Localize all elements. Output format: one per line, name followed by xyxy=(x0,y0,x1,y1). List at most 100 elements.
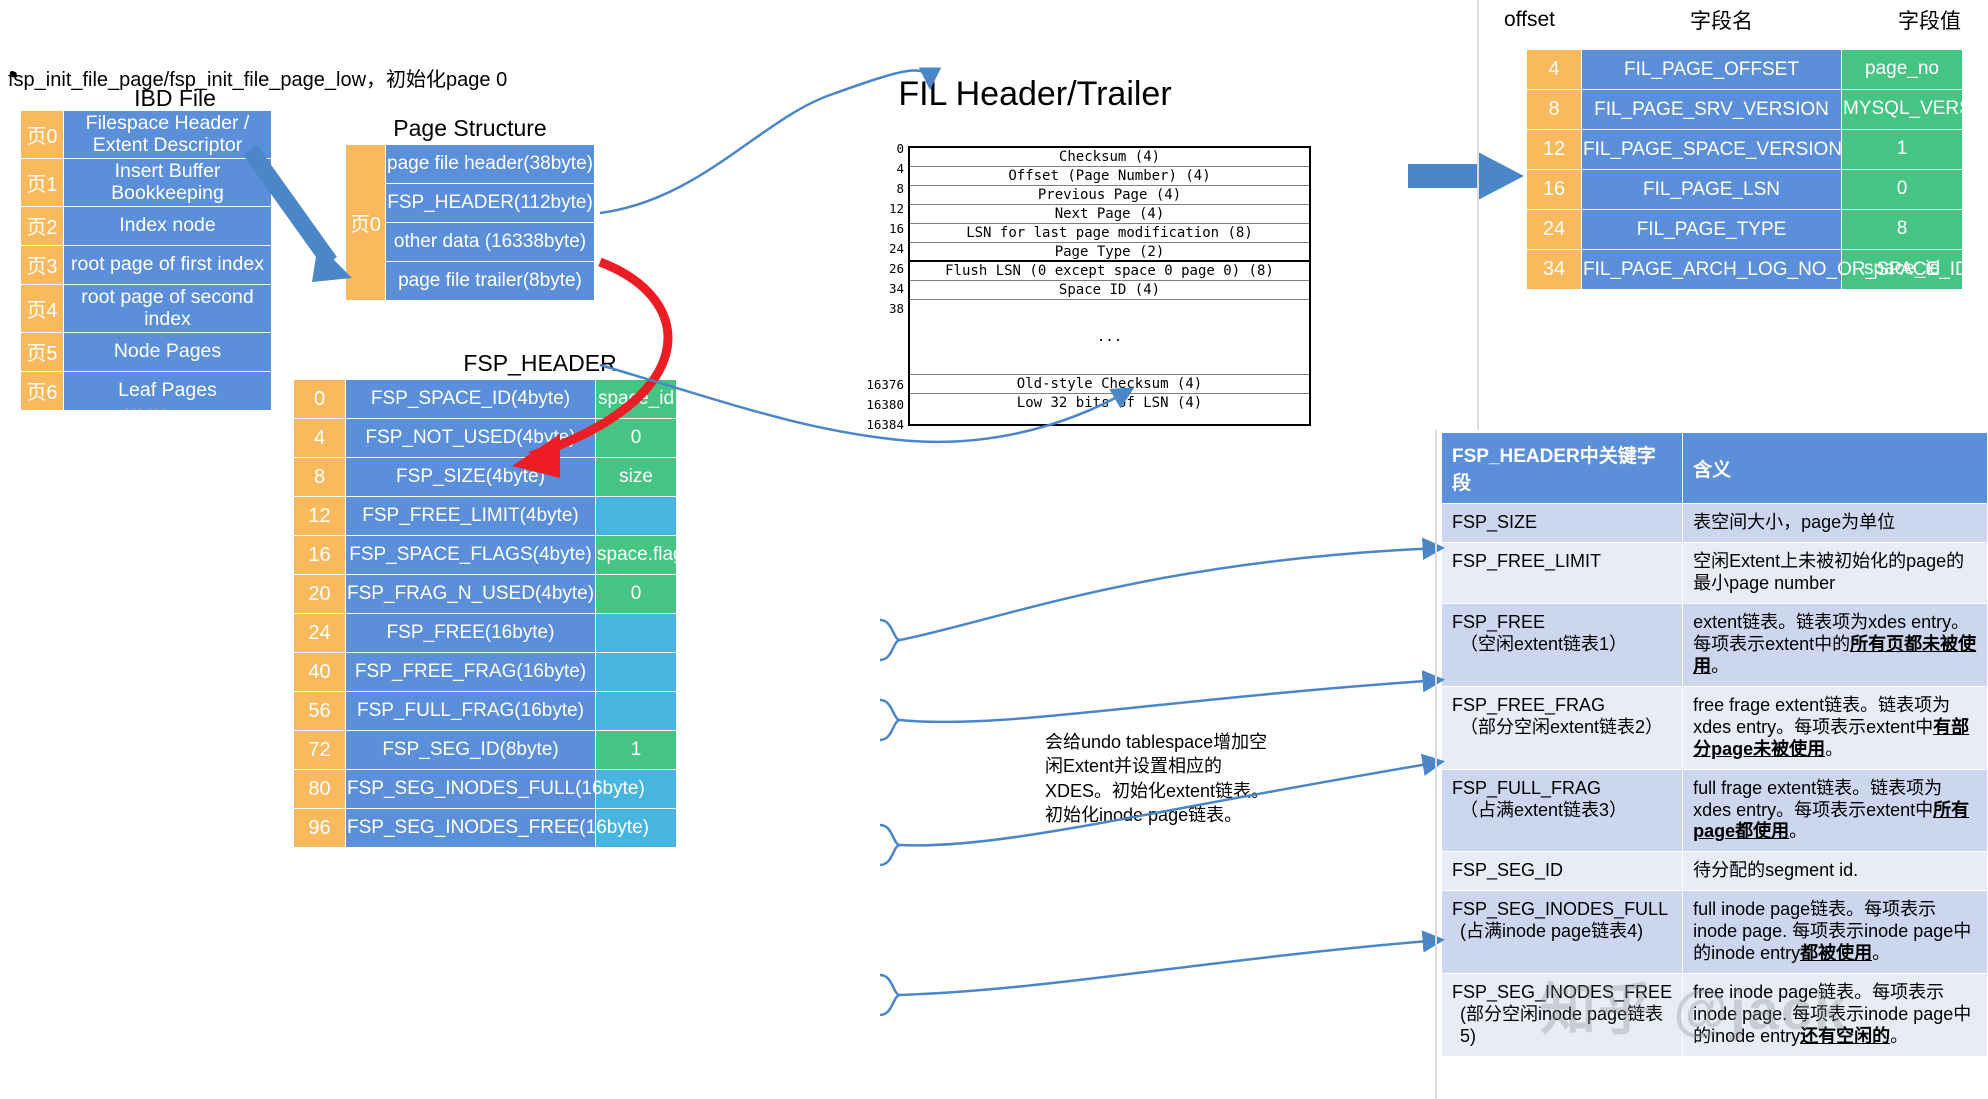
fsp-desc-field: FSP_SIZE xyxy=(1440,503,1684,543)
undo-tablespace-note: 会给undo tablespace增加空闲Extent并设置相应的XDES。初始… xyxy=(1045,732,1270,825)
fsp-desc-meaning-tail: 。 xyxy=(1711,655,1730,676)
ibd-page-desc: Insert Buffer Bookkeeping xyxy=(63,157,272,207)
fsp-field-name: FSP_SPACE_FLAGS(4byte) xyxy=(345,535,596,575)
fsp-desc-meaning: extent链表。链表项为xdes entry。每项表示extent中的所有页都… xyxy=(1682,602,1988,687)
page-structure-section: other data (16338byte) xyxy=(385,222,595,262)
fil-page-field-value: MYSQL_VERSION_ID xyxy=(1841,89,1988,130)
fil-field-row: LSN for last page modification (8) xyxy=(910,224,1309,243)
ibd-page-desc: Node Pages xyxy=(63,331,272,372)
page-structure-section: page file trailer(8byte) xyxy=(385,261,595,301)
fsp-header-row: 8 FSP_SIZE(4byte) size xyxy=(293,457,677,497)
ibd-page-label: 页0 xyxy=(20,110,64,159)
fsp-desc-field: FSP_FULL_FRAG （占满extent链表3） xyxy=(1440,768,1684,853)
fsp-desc-field: FSP_SEG_ID xyxy=(1440,851,1684,892)
fsp-field-value xyxy=(595,652,677,692)
ibd-page-label: 页1 xyxy=(20,157,64,207)
fsp-desc-field-name: FSP_FREE_FRAG xyxy=(1452,694,1606,715)
page-structure-title: Page Structure xyxy=(393,115,547,141)
desc-header-field: FSP_HEADER中关键字段 xyxy=(1440,432,1684,504)
fil-header-trailer-title: FIL Header/Trailer xyxy=(898,75,1172,113)
fil-offset-label: 8 xyxy=(896,181,904,196)
fsp-desc-meaning-tail: 。 xyxy=(1872,943,1891,964)
fsp-desc-field: FSP_FREE （空闲extent链表1） xyxy=(1440,602,1684,687)
fsp-header-row: 4 FSP_NOT_USED(4byte) 0 xyxy=(293,418,677,458)
fsp-desc-meaning-tail: 。 xyxy=(1789,821,1808,842)
fsp-field-value: 1 xyxy=(595,730,677,770)
fsp-desc-field-name: FSP_SIZE xyxy=(1452,512,1538,532)
fsp-header-row: 12 FSP_FREE_LIMIT(4byte) xyxy=(293,496,677,536)
ibd-row: 页3 root page of first index xyxy=(20,244,272,285)
fsp-desc-meaning-text: free frage extent链表。链表项为xdes entry。每项表示e… xyxy=(1693,694,1951,737)
fil-field-row: Low 32 bits of LSN (4) xyxy=(1016,395,1203,411)
fil-page-field-value: page_no xyxy=(1841,49,1963,90)
fil-page-field-value: 0 xyxy=(1841,169,1963,210)
fil-field-row: Old-style Checksum (4) xyxy=(910,375,1309,394)
ibd-row: 页4 root page of second index xyxy=(20,283,272,333)
fsp-header-row: 56 FSP_FULL_FRAG(16byte) xyxy=(293,691,677,731)
header-offset: offset xyxy=(1504,8,1555,31)
fsp-offset: 96 xyxy=(293,808,346,848)
arrow-fil-to-fil-page-table xyxy=(1408,152,1524,200)
page-structure-table: 页0 page file header(38byte) FSP_HEADER(112… xyxy=(345,144,595,301)
fil-page-offset: 16 xyxy=(1526,169,1582,210)
fsp-header-title: FSP_HEADER xyxy=(463,350,617,376)
fil-offset-label: 16376 xyxy=(866,377,904,392)
fsp-field-value xyxy=(595,691,677,731)
page-structure-section: FSP_HEADER(112byte) xyxy=(385,183,595,223)
fsp-header-table: 0 FSP_SPACE_ID(4byte) space_id 4 FSP_NOT_USE… xyxy=(293,379,693,848)
fil-page-field-name: FIL_PAGE_ARCH_LOG_NO_OR_SPACE_ID xyxy=(1581,249,1969,290)
fsp-field-name: FSP_FREE_LIMIT(4byte) xyxy=(345,496,596,536)
fil-page-field-table: 4 FIL_PAGE_OFFSET page_no 8 FIL_PAGE_SRV_VER… xyxy=(1526,49,1988,290)
header-field-name: 字段名 xyxy=(1690,10,1753,33)
fsp-field-name: FSP_FRAG_N_USED(4byte) xyxy=(345,574,596,614)
fil-field-row: Space ID (4) xyxy=(910,281,1309,300)
fsp-desc-meaning-text: 表空间大小，page为单位 xyxy=(1693,512,1896,532)
fil-page-table-headers: offset 字段名 字段值 xyxy=(1500,5,1988,35)
fsp-desc-field-name: FSP_FREE_LIMIT xyxy=(1452,550,1602,571)
fsp-header-row: 96 FSP_SEG_INODES_FREE(16byte) xyxy=(293,808,677,848)
fsp-offset: 56 xyxy=(293,691,346,731)
fsp-header-row: 16 FSP_SPACE_FLAGS(4byte) space.flags xyxy=(293,535,693,575)
fsp-offset: 12 xyxy=(293,496,346,536)
fil-page-offset: 12 xyxy=(1526,129,1582,170)
fsp-desc-meaning: 空闲Extent上未被初始化的page的最小page number xyxy=(1682,541,1988,604)
fil-page-field-row: 12 FIL_PAGE_SPACE_VERSION 1 xyxy=(1526,129,1963,170)
fsp-desc-row: FSP_FREE_LIMIT 空闲Extent上未被初始化的page的最小page… xyxy=(1440,541,1988,604)
fsp-header-row: 24 FSP_FREE(16byte) xyxy=(293,613,677,653)
fil-field-row: Page Type (2) xyxy=(910,243,1309,262)
fsp-field-value: 0 xyxy=(595,418,677,458)
fsp-field-value: 0 xyxy=(595,574,677,614)
fil-page-field-row: 16 FIL_PAGE_LSN 0 xyxy=(1526,169,1963,210)
fil-page-field-row: 24 FIL_PAGE_TYPE 8 xyxy=(1526,209,1963,250)
fsp-desc-row: FSP_FREE_FRAG （部分空闲extent链表2） free frage e… xyxy=(1440,685,1988,770)
fil-offset-label: 16380 xyxy=(866,397,904,412)
fsp-desc-meaning-emphasis: 都被使用 xyxy=(1800,943,1873,964)
fil-page-field-name: FIL_PAGE_OFFSET xyxy=(1581,49,1842,90)
ibd-page-desc: root page of second index xyxy=(63,283,272,333)
fil-row-box: Checksum (4) Offset (Page Number) (4) Prev… xyxy=(908,146,1311,426)
desc-header-meaning: 含义 xyxy=(1682,432,1988,504)
ibd-page-desc: Index node xyxy=(63,205,272,246)
fsp-field-name: FSP_FREE_FRAG(16byte) xyxy=(345,652,596,692)
fsp-header-description-table: FSP_HEADER中关键字段 含义 FSP_SIZE 表空间大小，page为单位… xyxy=(1440,432,1988,1058)
fsp-offset: 80 xyxy=(293,769,346,809)
fsp-header-row: 20 FSP_FRAG_N_USED(4byte) 0 xyxy=(293,574,677,614)
fsp-desc-field-sub: （部分空闲extent链表2） xyxy=(1460,716,1664,737)
fsp-offset: 8 xyxy=(293,457,346,497)
ibd-row: 页2 Index node xyxy=(20,205,272,246)
ibd-page-label: 页2 xyxy=(20,205,64,246)
page-structure-row: 页0 page file header(38byte) xyxy=(345,144,595,301)
fsp-field-name: FSP_SEG_ID(8byte) xyxy=(345,730,596,770)
fil-offset-label: 4 xyxy=(896,161,904,176)
fsp-offset: 4 xyxy=(293,418,346,458)
fsp-header-row: 80 FSP_SEG_INODES_FULL(16byte) xyxy=(293,769,677,809)
fil-offset-label: 24 xyxy=(888,241,904,256)
fsp-offset: 72 xyxy=(293,730,346,770)
fsp-field-value xyxy=(595,496,677,536)
fsp-desc-field-name: FSP_FULL_FRAG xyxy=(1452,777,1602,798)
fil-page-offset: 4 xyxy=(1526,49,1582,90)
fsp-desc-row: FSP_FREE （空闲extent链表1） extent链表。链表项为xdes e… xyxy=(1440,602,1988,687)
fsp-desc-field-name: FSP_SEG_INODES_FULL xyxy=(1452,899,1669,920)
fil-page-field-value: 1 xyxy=(1841,129,1963,170)
fsp-desc-meaning: 表空间大小，page为单位 xyxy=(1682,503,1988,543)
